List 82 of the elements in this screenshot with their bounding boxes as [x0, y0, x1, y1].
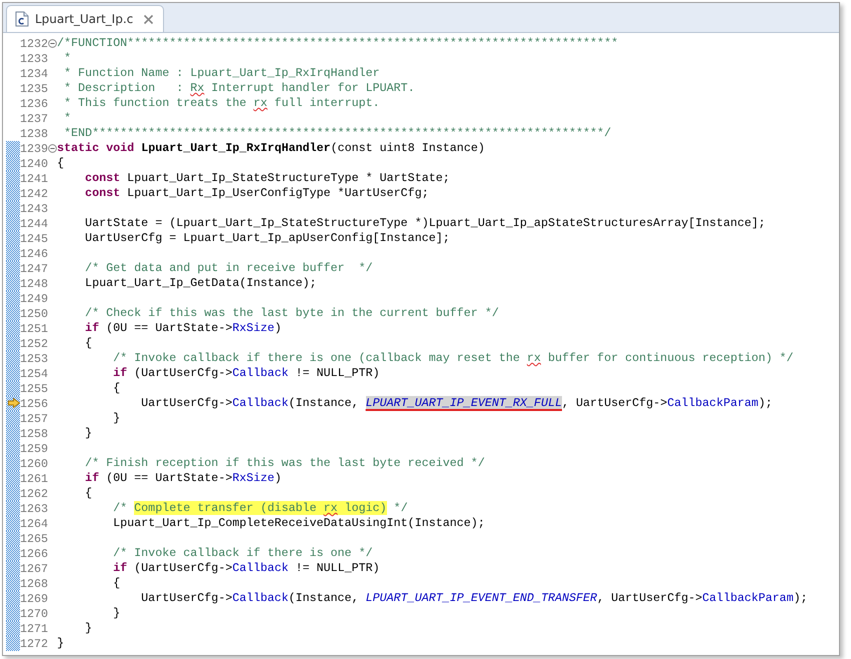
- line-number: 1272: [20, 636, 47, 650]
- line-number: 1271: [20, 622, 47, 636]
- line-number: 1243: [20, 202, 47, 216]
- line-number: 1254: [20, 366, 47, 380]
- code-line: {: [112, 576, 120, 591]
- line-number: 1237: [20, 112, 47, 126]
- code-line: const Lpuart_Uart_Ip_UserConfigType *UartUserCfg;: [84, 186, 429, 201]
- line-number: 1264: [20, 516, 47, 530]
- line-number: 1263: [20, 502, 47, 516]
- code-line: Lpuart_Uart_Ip_CompleteReceiveDataUsingInt(Instance);: [112, 516, 485, 531]
- line-number: 1251: [20, 322, 47, 336]
- code-line: /* Complete transfer (disable rx logic) */: [112, 501, 408, 516]
- collapse-icon[interactable]: [48, 39, 56, 48]
- close-icon[interactable]: [143, 14, 154, 24]
- line-number: 1233: [20, 52, 47, 66]
- line-number: 1246: [20, 246, 47, 260]
- line-number: 1242: [20, 186, 47, 200]
- code-line: const Lpuart_Uart_Ip_StateStructureType * UartState;: [84, 171, 450, 186]
- line-number: 1247: [20, 262, 47, 276]
- line-number: 1244: [20, 216, 47, 230]
- line-number: 1253: [20, 352, 47, 366]
- code-line: }: [112, 606, 120, 621]
- line-number: 1250: [20, 306, 47, 320]
- code-line: Lpuart_Uart_Ip_GetData(Instance);: [84, 276, 317, 291]
- code-line: UartUserCfg->Callback(Instance, LPUART_UART_IP_EVENT_RX_FULL, UartUserCfg->CallbackParam);: [140, 396, 772, 411]
- line-number: 1234: [20, 66, 47, 80]
- collapse-icon[interactable]: [48, 144, 56, 153]
- line-number: 1238: [20, 126, 47, 140]
- code-line: {: [84, 486, 92, 501]
- code-line: UartState = (Lpuart_Uart_Ip_StateStructureType *)Lpuart_Uart_Ip_apStateStructuresArray[Instance];: [84, 216, 766, 231]
- code-line: * Description : Rx Interrupt handler for LPUART.: [63, 81, 415, 96]
- code-line: {: [57, 156, 64, 171]
- line-number: 1261: [20, 472, 47, 486]
- code-line: *: [63, 111, 72, 126]
- line-number: 1267: [20, 562, 47, 576]
- code-line: if (UartUserCfg->Callback != NULL_PTR): [112, 561, 380, 576]
- line-number: 1262: [20, 486, 47, 500]
- code-line: }: [57, 636, 64, 651]
- code-line: UartUserCfg->Callback(Instance, LPUART_UART_IP_EVENT_END_TRANSFER, UartUserCfg->CallbackParam);: [140, 591, 808, 606]
- line-number: 1260: [20, 456, 47, 470]
- line-number: 1255: [20, 382, 47, 396]
- line-number: 1248: [20, 276, 47, 290]
- code-line: /* Get data and put in receive buffer */: [84, 261, 373, 276]
- line-number: 1239: [20, 142, 47, 156]
- line-number: 1240: [20, 156, 47, 170]
- line-number: 1268: [20, 576, 47, 590]
- code-line: }: [112, 411, 120, 426]
- line-number: 1249: [20, 292, 47, 306]
- line-number: 1258: [20, 426, 47, 440]
- code-line: /* Check if this was the last byte in the current buffer */: [84, 306, 499, 321]
- code-line: }: [84, 426, 92, 441]
- line-number: 1235: [20, 82, 47, 96]
- line-number: 1252: [20, 336, 47, 350]
- editor-tab[interactable]: Lpuart_Uart_Ip.c: [6, 5, 164, 32]
- code-line: static void Lpuart_Uart_Ip_RxIrqHandler(const uint8 Instance): [57, 141, 485, 156]
- line-number: 1269: [20, 592, 47, 606]
- code-line: *: [63, 51, 72, 66]
- code-line: /* Finish reception if this was the last byte received */: [84, 456, 485, 471]
- code-line: if (UartUserCfg->Callback != NULL_PTR): [112, 366, 380, 381]
- code-line: {: [112, 381, 120, 396]
- code-line: }: [84, 621, 92, 636]
- line-number: 1270: [20, 606, 47, 620]
- line-number: 1236: [20, 96, 47, 110]
- code-line: {: [84, 336, 92, 351]
- line-number: 1232: [20, 36, 47, 50]
- line-number: 1245: [20, 232, 47, 246]
- code-line: if (0U == UartState->RxSize): [84, 471, 282, 486]
- code-line: * This function treats the rx full interrupt.: [63, 96, 380, 111]
- code-line: *END*************************************************************************/: [63, 126, 612, 141]
- line-number: 1256: [20, 396, 47, 410]
- code-line: * Function Name : Lpuart_Uart_Ip_RxIrqHandler: [63, 66, 380, 81]
- code-line: /* Invoke callback if there is one */: [112, 546, 373, 561]
- line-number: 1257: [20, 412, 47, 426]
- line-number: 1265: [20, 532, 47, 546]
- line-number: 1266: [20, 546, 47, 560]
- line-number: 1241: [20, 172, 47, 186]
- c-file-icon: [15, 11, 29, 27]
- line-number: 1259: [20, 442, 47, 456]
- code-line: /* Invoke callback if there is one (callback may reset the rx buffer for continuous reception) */: [112, 351, 794, 366]
- code-line: /*FUNCTION**********************************************************************: [57, 36, 618, 51]
- code-line: UartUserCfg = Lpuart_Uart_Ip_apUserConfig[Instance];: [84, 231, 450, 246]
- code-line: if (0U == UartState->RxSize): [84, 321, 282, 336]
